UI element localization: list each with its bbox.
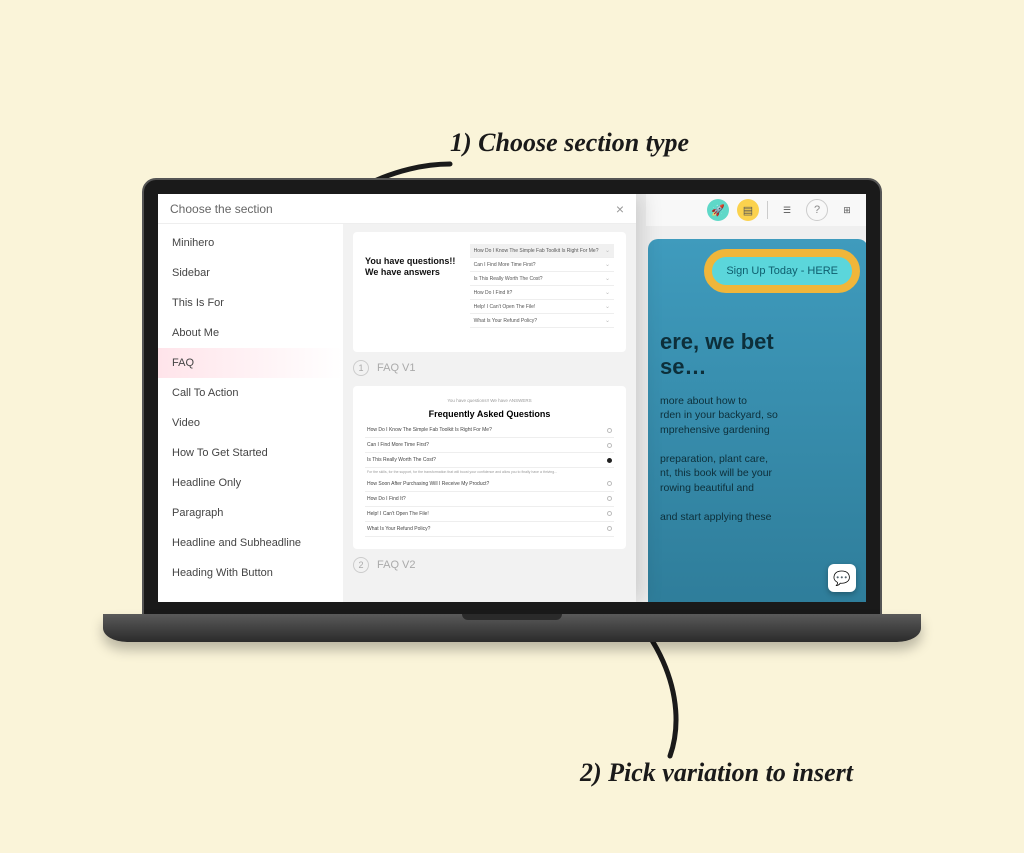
faq-v2-item: How Do I Find It?	[365, 492, 614, 507]
faq-v2-item: Is This Really Worth The Cost?	[365, 453, 614, 468]
radio-icon	[607, 443, 612, 448]
variation-card-faq-v2[interactable]: You have questions!! We have ANSWERS Fre…	[353, 386, 626, 549]
faq-v1-item: How Do I Know The Simple Fab Toolkit Is …	[470, 244, 614, 258]
variation-number: 1	[353, 360, 369, 376]
grid-icon[interactable]: ⊞	[836, 199, 858, 221]
section-type-list: Minihero Sidebar This Is For About Me FA…	[158, 224, 343, 602]
variation-card-faq-v1[interactable]: You have questions!! We have answers How…	[353, 232, 626, 352]
bg-body-2: preparation, plant care, nt, this book w…	[660, 452, 856, 496]
faq-v2-item: How Soon After Purchasing Will I Receive…	[365, 477, 614, 492]
bg-headline: ere, we bet se…	[660, 329, 856, 380]
modal-header: Choose the section ×	[158, 194, 636, 224]
section-item-how-to-get-started[interactable]: How To Get Started	[158, 438, 343, 468]
modal-body: Minihero Sidebar This Is For About Me FA…	[158, 224, 636, 602]
annotation-step1: 1) Choose section type	[450, 128, 689, 158]
section-item-headline-subheadline[interactable]: Headline and Subheadline	[158, 528, 343, 558]
faq-v1-item: What Is Your Refund Policy?⌄	[470, 314, 614, 328]
modal-title: Choose the section	[170, 202, 273, 216]
faq-v1-item: Is This Really Worth The Cost?⌄	[470, 272, 614, 286]
faq-v1-item: Help! I Can't Open The File!⌄	[470, 300, 614, 314]
section-item-video[interactable]: Video	[158, 408, 343, 438]
chevron-down-icon: ⌄	[605, 317, 610, 324]
signup-pill-button[interactable]: Sign Up Today - HERE	[704, 249, 860, 293]
variation-number: 2	[353, 557, 369, 573]
section-item-cta[interactable]: Call To Action	[158, 378, 343, 408]
bg-body-1: more about how to rden in your backyard,…	[660, 394, 856, 438]
variation-name: FAQ V2	[377, 559, 416, 571]
section-item-sidebar[interactable]: Sidebar	[158, 258, 343, 288]
choose-section-modal: Choose the section × Minihero Sidebar Th…	[158, 194, 636, 602]
annotation-step2: 2) Pick variation to insert	[580, 758, 853, 788]
chat-widget-icon[interactable]: 💬	[828, 564, 856, 592]
variation-name: FAQ V1	[377, 362, 416, 374]
variation-label-v2: 2 FAQ V2	[353, 557, 626, 573]
faq-v2-item: What Is Your Refund Policy?	[365, 522, 614, 537]
section-item-faq[interactable]: FAQ	[158, 348, 343, 378]
radio-icon	[607, 511, 612, 516]
radio-icon	[607, 458, 612, 463]
faq-v1-item: How Do I Find It?⌄	[470, 286, 614, 300]
laptop-mockup: 🚀 ▤ ☰ ? ⊞ Sign Up Today - HERE ere, we b…	[134, 178, 890, 668]
help-icon[interactable]: ?	[806, 199, 828, 221]
section-item-paragraph[interactable]: Paragraph	[158, 498, 343, 528]
radio-icon	[607, 481, 612, 486]
laptop-screen-frame: 🚀 ▤ ☰ ? ⊞ Sign Up Today - HERE ere, we b…	[142, 178, 882, 618]
section-item-headline-only[interactable]: Headline Only	[158, 468, 343, 498]
chevron-down-icon: ⌄	[605, 261, 610, 268]
faq-v2-item: Help! I Can't Open The File!	[365, 507, 614, 522]
app-topbar: 🚀 ▤ ☰ ? ⊞	[646, 194, 866, 226]
radio-icon	[607, 526, 612, 531]
radio-icon	[607, 496, 612, 501]
section-item-minihero[interactable]: Minihero	[158, 228, 343, 258]
background-page-card: Sign Up Today - HERE ere, we bet se… mor…	[648, 239, 866, 602]
faq-v2-subtitle: You have questions!! We have ANSWERS	[365, 398, 614, 403]
chevron-down-icon: ⌄	[605, 289, 610, 296]
section-item-heading-with-button[interactable]: Heading With Button	[158, 558, 343, 588]
faq-v1-heading: You have questions!! We have answers	[365, 244, 460, 328]
faq-v1-item: Can I Find More Time First?⌄	[470, 258, 614, 272]
rocket-icon[interactable]: 🚀	[707, 199, 729, 221]
variation-panel: You have questions!! We have answers How…	[343, 224, 636, 602]
laptop-base	[103, 614, 921, 642]
section-item-this-is-for[interactable]: This Is For	[158, 288, 343, 318]
faq-v2-heading: Frequently Asked Questions	[365, 409, 614, 419]
variation-label-v1: 1 FAQ V1	[353, 360, 626, 376]
doc-icon[interactable]: ▤	[737, 199, 759, 221]
radio-icon	[607, 428, 612, 433]
list-icon[interactable]: ☰	[776, 199, 798, 221]
laptop-screen: 🚀 ▤ ☰ ? ⊞ Sign Up Today - HERE ere, we b…	[158, 194, 866, 602]
close-icon[interactable]: ×	[616, 201, 624, 217]
faq-v1-list: How Do I Know The Simple Fab Toolkit Is …	[470, 244, 614, 328]
separator	[767, 201, 768, 219]
chevron-down-icon: ⌄	[605, 275, 610, 282]
faq-v2-item: How Do I Know The Simple Fab Toolkit Is …	[365, 423, 614, 438]
chevron-down-icon: ⌄	[605, 247, 610, 254]
faq-v2-expanded: For the skills, for the support, for the…	[365, 468, 614, 477]
bg-body-3: and start applying these	[660, 510, 856, 525]
chevron-down-icon: ⌄	[605, 303, 610, 310]
laptop-notch	[462, 614, 562, 620]
section-item-about-me[interactable]: About Me	[158, 318, 343, 348]
faq-v2-item: Can I Find More Time First?	[365, 438, 614, 453]
